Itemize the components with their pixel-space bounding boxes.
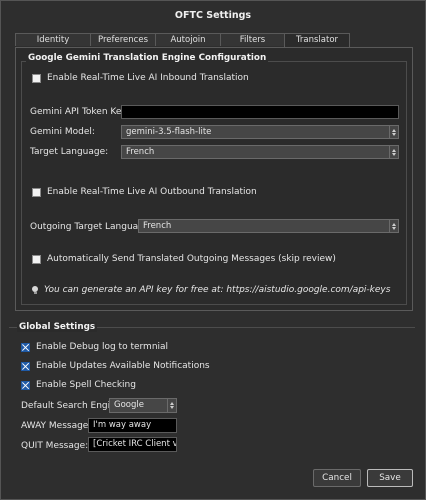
window-title: OFTC Settings <box>1 1 425 31</box>
search-engine-value: Google <box>114 400 144 410</box>
translator-tab-panel: Google Gemini Translation Engine Configu… <box>15 47 413 311</box>
outbound-translation-row[interactable]: Enable Real-Time Live AI Outbound Transl… <box>32 186 257 198</box>
tab-translator[interactable]: Translator <box>284 33 350 47</box>
cancel-button[interactable]: Cancel <box>313 469 361 487</box>
model-select[interactable]: gemini-3.5-flash-lite <box>121 125 399 139</box>
model-label: Gemini Model: <box>30 127 95 137</box>
tab-filters[interactable]: Filters <box>220 33 285 46</box>
auto-send-row[interactable]: Automatically Send Translated Outgoing M… <box>32 253 336 265</box>
debug-log-label: Enable Debug log to termnial <box>36 342 169 352</box>
quit-message-input[interactable]: [Cricket IRC Client v.0.0 <box>88 437 177 452</box>
api-token-label: Gemini API Token Key: <box>30 107 130 117</box>
outbound-translation-checkbox[interactable] <box>32 187 41 197</box>
inbound-translation-row[interactable]: Enable Real-Time Live AI Inbound Transla… <box>32 72 249 84</box>
spell-check-label: Enable Spell Checking <box>36 380 136 390</box>
target-language-arrows-icon <box>389 146 398 158</box>
tab-autojoin[interactable]: Autojoin <box>155 33 221 46</box>
tab-preferences[interactable]: Preferences <box>90 33 156 46</box>
quit-message-label: QUIT Message: <box>21 441 89 451</box>
model-select-value: gemini-3.5-flash-lite <box>126 127 212 137</box>
save-button-label: Save <box>379 473 401 483</box>
inbound-translation-label: Enable Real-Time Live AI Inbound Transla… <box>47 73 249 83</box>
inbound-translation-checkbox[interactable] <box>32 73 41 83</box>
spell-check-row[interactable]: Enable Spell Checking <box>21 379 136 391</box>
gemini-config-group <box>21 61 407 305</box>
api-token-input[interactable] <box>121 105 399 119</box>
save-button[interactable]: Save <box>367 469 413 487</box>
gemini-config-group-title: Google Gemini Translation Engine Configu… <box>26 53 269 63</box>
auto-send-checkbox[interactable] <box>32 254 41 264</box>
search-engine-select[interactable]: Google <box>109 398 177 413</box>
lightbulb-icon <box>32 286 38 294</box>
model-select-arrows-icon <box>389 126 398 138</box>
search-engine-arrows-icon <box>167 399 176 412</box>
outbound-translation-label: Enable Real-Time Live AI Outbound Transl… <box>47 187 257 197</box>
update-notifications-label: Enable Updates Available Notifications <box>36 361 210 371</box>
global-settings-title: Global Settings <box>17 322 98 332</box>
outgoing-target-arrows-icon <box>389 220 398 232</box>
cancel-button-label: Cancel <box>322 473 352 483</box>
api-key-hint: You can generate an API key for free at:… <box>32 285 390 295</box>
update-notifications-checkbox[interactable] <box>21 361 30 371</box>
spell-check-checkbox[interactable] <box>21 380 30 390</box>
api-key-hint-text: You can generate an API key for free at:… <box>44 285 391 295</box>
tab-identity[interactable]: Identity <box>15 33 91 46</box>
update-notifications-row[interactable]: Enable Updates Available Notifications <box>21 360 210 372</box>
target-language-label: Target Language: <box>30 147 109 157</box>
tab-bar: Identity Preferences Autojoin Filters Tr… <box>15 33 350 47</box>
target-language-select[interactable]: French <box>121 145 399 159</box>
settings-window: OFTC Settings Identity Preferences Autoj… <box>0 0 426 500</box>
away-message-input[interactable]: I'm way away <box>88 418 177 433</box>
outgoing-target-label: Outgoing Target Language: <box>30 222 153 232</box>
away-message-label: AWAY Message: <box>21 421 92 431</box>
target-language-value: French <box>126 147 155 157</box>
outgoing-target-select[interactable]: French <box>138 219 399 233</box>
debug-log-checkbox[interactable] <box>21 342 30 352</box>
auto-send-label: Automatically Send Translated Outgoing M… <box>47 254 336 264</box>
outgoing-target-value: French <box>143 221 172 231</box>
debug-log-row[interactable]: Enable Debug log to termnial <box>21 341 168 353</box>
